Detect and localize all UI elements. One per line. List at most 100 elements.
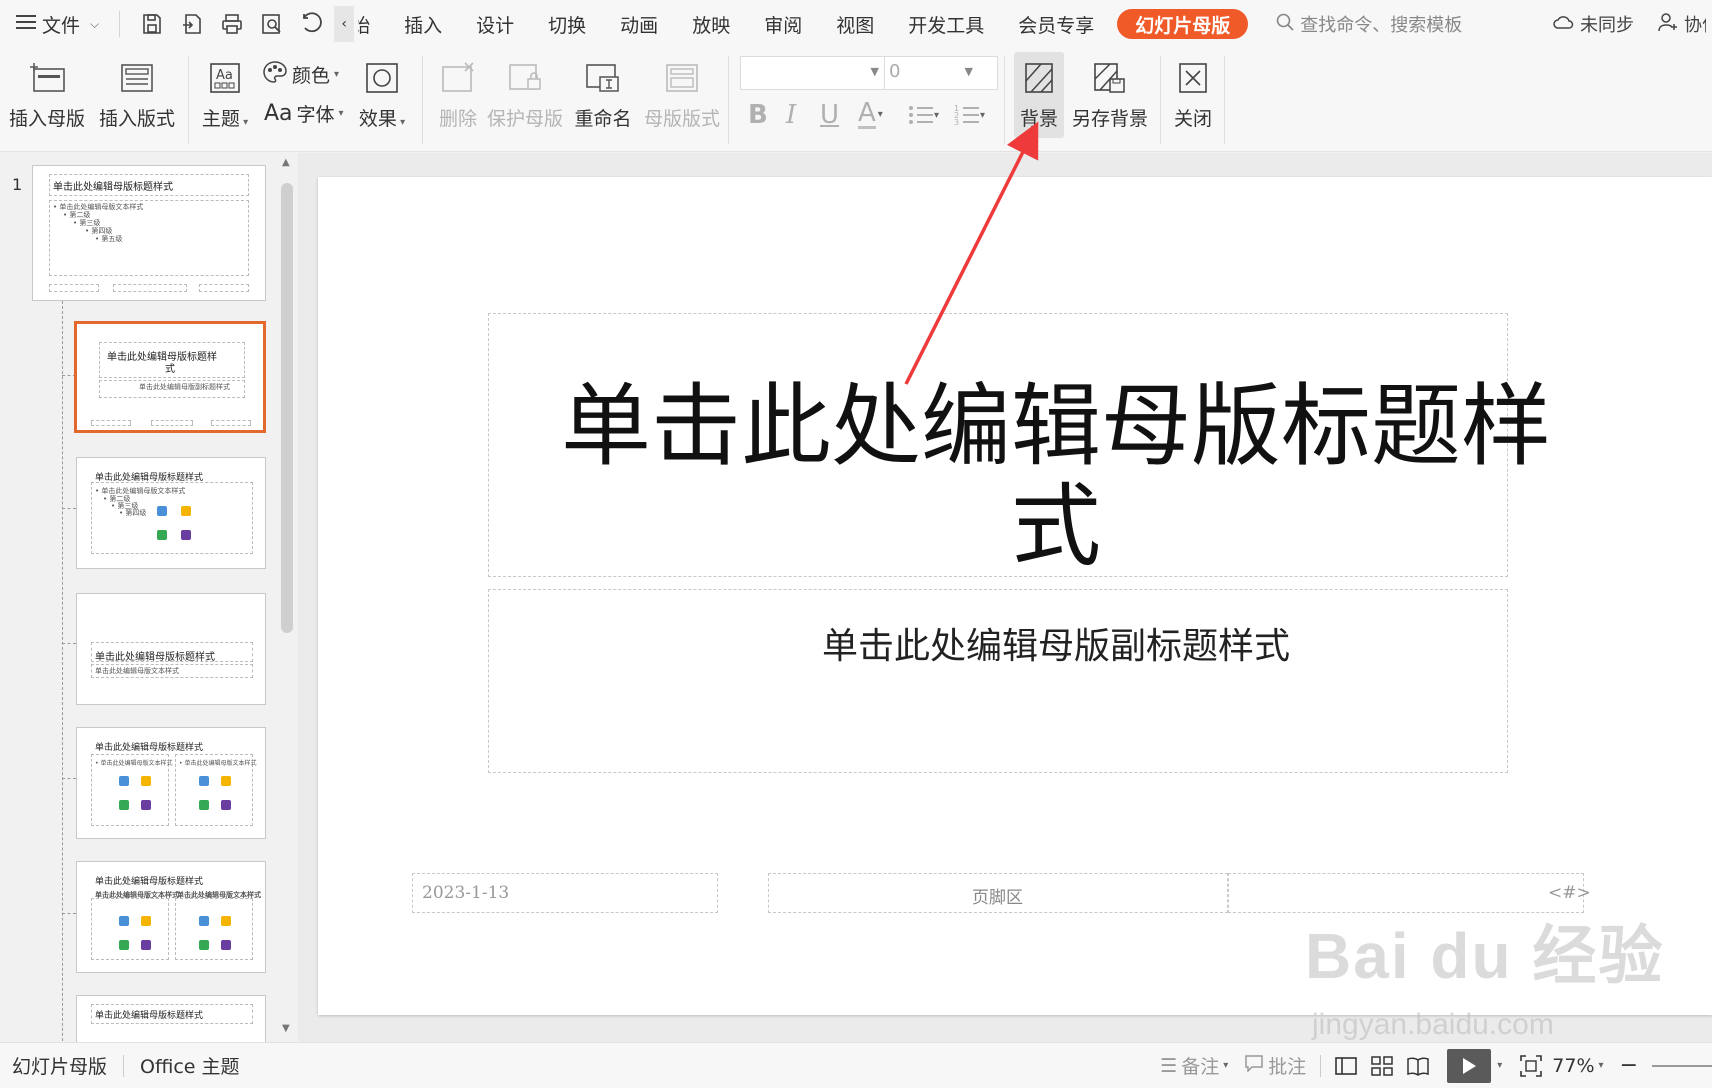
save-background-icon <box>1088 58 1132 98</box>
baidu-watermark: Bai du 经验 <box>1305 920 1665 992</box>
tab-animations[interactable]: 动画 <box>603 0 675 48</box>
scroll-down-icon[interactable]: ▼ <box>282 1023 290 1034</box>
file-menu-label: 文件 <box>42 14 81 37</box>
notes-button[interactable]: ☰ 备注 ▾ <box>1160 1052 1228 1079</box>
insert-master-icon <box>25 58 69 98</box>
tab-transitions[interactable]: 切换 <box>531 0 603 48</box>
underline-button[interactable]: U <box>820 100 839 130</box>
thumbnail-scrollbar[interactable]: ▲ ▼ <box>276 153 298 1042</box>
print-preview-button[interactable] <box>254 6 290 42</box>
master-slide[interactable]: 单击此处编辑母版标题样 式 单击此处编辑母版副标题样式 2023-1-13 页脚… <box>318 177 1712 1015</box>
save-button[interactable] <box>134 6 170 42</box>
italic-button[interactable]: I <box>786 100 796 130</box>
menubar-right: 未同步 协作 <box>1552 0 1712 48</box>
layout-thumbnail-title-content[interactable]: 单击此处编辑母版标题样式 • 单击此处编辑母版文本样式 • 第二级 • 第三级 … <box>76 457 266 569</box>
tab-slideshow[interactable]: 放映 <box>675 0 747 48</box>
tab-developer[interactable]: 开发工具 <box>891 0 1001 48</box>
print-button[interactable] <box>214 6 250 42</box>
video-icon <box>141 940 151 950</box>
table-icon <box>199 800 209 810</box>
svg-text:3: 3 <box>954 118 959 126</box>
tab-insert[interactable]: 插入 <box>387 0 459 48</box>
close-master-view-button[interactable]: 关闭 <box>1170 48 1216 131</box>
caret-icon: ▾ <box>934 109 940 121</box>
save-background-button[interactable]: 另存背景 <box>1070 48 1150 131</box>
caret-icon: ▾ <box>877 109 883 120</box>
bold-button[interactable]: B <box>748 100 768 130</box>
bullet-list-icon <box>909 106 933 124</box>
comments-button[interactable]: 批注 <box>1244 1052 1306 1079</box>
effects-icon <box>360 58 404 98</box>
font-color-button[interactable]: A ▾ <box>858 100 883 129</box>
caret-icon: ▾ <box>338 108 344 119</box>
insert-layout-icon <box>115 58 159 98</box>
subtitle-text[interactable]: 单击此处编辑母版副标题样式 <box>506 617 1606 669</box>
title-text[interactable]: 单击此处编辑母版标题样 式 <box>506 377 1606 577</box>
sync-status[interactable]: 未同步 <box>1552 11 1634 37</box>
tab-view[interactable]: 视图 <box>819 0 891 48</box>
zoom-out-button[interactable]: − <box>1620 1053 1638 1078</box>
footer-text: 页脚区 <box>972 888 1023 908</box>
picture-icon <box>199 776 209 786</box>
baidu-watermark-url: jingyan.baidu.com <box>1312 1008 1554 1041</box>
picture-icon <box>119 916 129 926</box>
layout-thumbnail-title[interactable]: 单击此处编辑母版标题样 式 单击此处编辑母版副标题样式 <box>74 321 266 433</box>
scrollbar-thumb[interactable] <box>281 183 293 633</box>
theme-name-label: Office 主题 <box>140 1056 240 1078</box>
collaborate-button[interactable]: 协作 <box>1658 11 1706 37</box>
theme-button[interactable]: Aa 主题 ▾ <box>198 48 252 131</box>
reading-view-button[interactable] <box>1407 1056 1430 1076</box>
bullets-button[interactable]: ▾ <box>908 104 939 126</box>
rename-button[interactable]: 重命名 <box>572 48 634 131</box>
colors-button[interactable]: 颜色 ▾ <box>262 60 339 89</box>
tab-design[interactable]: 设计 <box>459 0 531 48</box>
numbered-list-icon: 123 <box>954 104 979 126</box>
insert-layout-button[interactable]: 插入版式 <box>98 48 176 131</box>
protect-master-button[interactable]: 保护母版 <box>486 48 564 131</box>
font-name-select[interactable]: ▼ <box>740 56 886 90</box>
insert-master-button[interactable]: 插入母版 <box>9 48 85 131</box>
background-button[interactable]: 背景 <box>1014 52 1064 138</box>
fonts-button[interactable]: Aa 字体 ▾ <box>264 100 344 127</box>
caret-icon[interactable]: ▾ <box>1497 1060 1502 1071</box>
ribbon-toolbar: 插入母版 插入版式 Aa 主题 ▾ 颜色 ▾ Aa 字体 ▾ 效果 ▾ 删除 保… <box>0 48 1712 152</box>
print-icon <box>222 14 242 34</box>
slide-sorter-button[interactable] <box>1371 1055 1394 1076</box>
undo-button[interactable] <box>294 6 330 42</box>
normal-view-button[interactable] <box>1335 1056 1358 1076</box>
layout-thumbnail-two-content[interactable]: 单击此处编辑母版标题样式 • 单击此处编辑母版文本样式 • 单击此处编辑母版文本… <box>76 727 266 839</box>
cloud-icon <box>1552 13 1574 36</box>
export-pdf-button[interactable] <box>174 6 210 42</box>
slide-number: 1 <box>12 175 23 194</box>
layout-thumbnail-comparison[interactable]: 单击此处编辑母版标题样式 单击此处编辑母版文本样式 单击此处编辑母版文本样式 <box>76 861 266 973</box>
numbering-button[interactable]: 123 ▾ <box>954 104 985 126</box>
picture-icon <box>119 776 129 786</box>
theme-icon: Aa <box>203 58 247 98</box>
tab-home[interactable]: 开始 <box>354 0 387 48</box>
command-search[interactable]: 查找命令、搜索模板 <box>1276 11 1462 37</box>
tab-slide-master[interactable]: 幻灯片母版 <box>1117 9 1249 39</box>
caret-icon: ▾ <box>239 117 249 128</box>
layout-thumbnail-section-header[interactable]: 单击此处编辑母版标题样式 单击此处编辑母版文本样式 <box>76 593 266 705</box>
delete-button[interactable]: 删除 <box>432 48 484 131</box>
chart-icon <box>181 506 191 516</box>
tab-member[interactable]: 会员专享 <box>1001 0 1111 48</box>
rename-icon <box>581 58 625 98</box>
tab-review[interactable]: 审阅 <box>747 0 819 48</box>
toolbar-scroll-left[interactable]: ‹ <box>334 6 355 42</box>
zoom-level-select[interactable]: 77% ▾ <box>1552 1055 1603 1077</box>
master-layout-button[interactable]: 母版版式 <box>644 48 720 131</box>
zoom-slider[interactable] <box>1652 1064 1712 1067</box>
search-placeholder: 查找命令、搜索模板 <box>1300 15 1463 36</box>
font-size-select[interactable]: 0 ▼ <box>884 56 998 90</box>
file-menu[interactable]: 文件 ⌵ <box>0 0 113 48</box>
play-slideshow-button[interactable] <box>1447 1048 1492 1083</box>
chart-icon <box>141 776 151 786</box>
scroll-up-icon[interactable]: ▲ <box>282 157 290 168</box>
master-thumbnail[interactable]: 单击此处编辑母版标题样式 • 单击此处编辑母版文本样式 • 第二级 • 第三级 … <box>32 165 266 301</box>
slide-thumbnail-panel: 1 单击此处编辑母版标题样式 • 单击此处编辑母版文本样式 • 第二级 • 第三… <box>0 153 276 1061</box>
export-icon <box>183 14 201 34</box>
notes-icon: ☰ <box>1160 1054 1178 1077</box>
effects-button[interactable]: 效果 ▾ <box>354 48 410 131</box>
fit-to-window-button[interactable] <box>1520 1054 1543 1077</box>
